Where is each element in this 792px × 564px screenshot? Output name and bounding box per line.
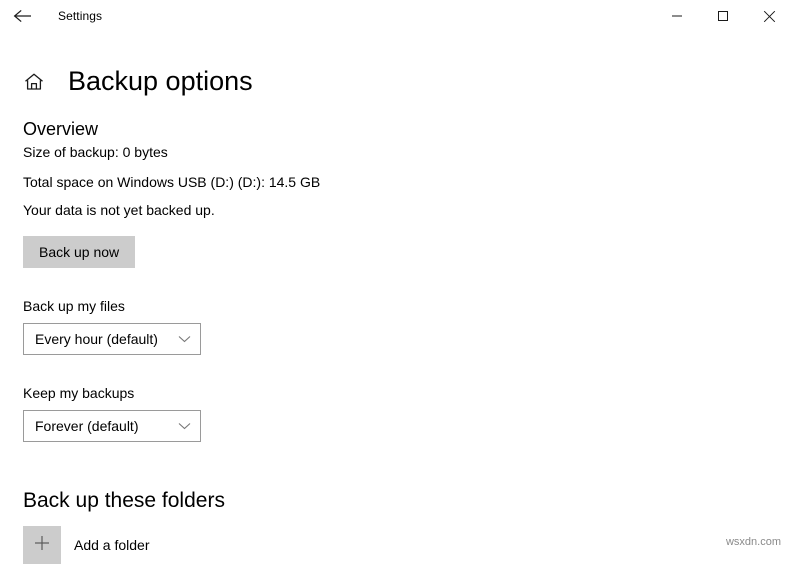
main-content: Overview Size of backup: 0 bytes Total s…	[23, 118, 763, 564]
backup-frequency-label: Back up my files	[23, 298, 125, 314]
minimize-button[interactable]	[654, 0, 700, 32]
maximize-icon	[717, 10, 729, 22]
total-space-text: Total space on Windows USB (D:) (D:): 14…	[23, 174, 321, 190]
keep-backups-dropdown[interactable]: Forever (default)	[23, 410, 201, 442]
window-controls	[654, 0, 792, 32]
maximize-button[interactable]	[700, 0, 746, 32]
page-header: Backup options	[20, 50, 253, 113]
arrow-left-icon	[13, 8, 33, 24]
size-of-backup-text: Size of backup: 0 bytes	[23, 144, 168, 160]
keep-backups-value: Forever (default)	[35, 418, 139, 434]
add-folder-label: Add a folder	[74, 537, 150, 553]
chevron-down-icon	[178, 335, 191, 343]
plus-icon	[33, 534, 51, 557]
add-folder-row[interactable]: Add a folder	[23, 526, 763, 564]
watermark: wsxdn.com	[725, 536, 781, 548]
keep-backups-label: Keep my backups	[23, 385, 135, 401]
add-folder-button[interactable]	[23, 526, 61, 564]
home-icon[interactable]	[20, 68, 48, 96]
minimize-icon	[671, 10, 683, 22]
app-title: Settings	[58, 9, 103, 23]
keep-backups-group: Keep my backups Forever (default)	[23, 385, 763, 442]
back-button[interactable]	[0, 0, 46, 32]
overview-heading: Overview	[23, 119, 99, 139]
back-up-folders-heading: Back up these folders	[23, 489, 225, 512]
title-bar: Settings	[0, 0, 792, 32]
chevron-down-icon	[178, 422, 191, 430]
close-icon	[763, 10, 776, 23]
backup-frequency-group: Back up my files Every hour (default)	[23, 298, 763, 355]
close-button[interactable]	[746, 0, 792, 32]
backup-frequency-value: Every hour (default)	[35, 331, 158, 347]
backup-frequency-dropdown[interactable]: Every hour (default)	[23, 323, 201, 355]
backup-status-text: Your data is not yet backed up.	[23, 202, 215, 218]
back-up-now-button[interactable]: Back up now	[23, 236, 136, 268]
page-title: Backup options	[68, 66, 253, 97]
